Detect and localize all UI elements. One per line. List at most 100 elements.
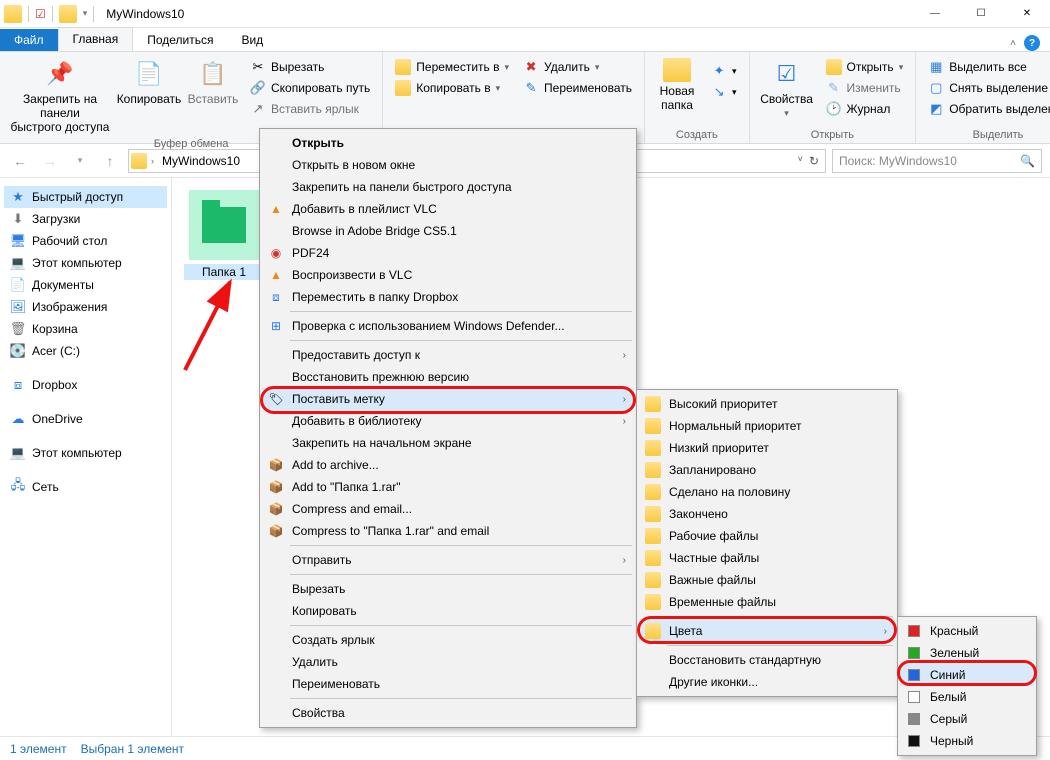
ctx-cut[interactable]: Вырезать bbox=[262, 578, 634, 600]
open-button[interactable]: Открыть bbox=[822, 58, 908, 76]
forward-button[interactable]: → bbox=[38, 149, 62, 173]
ctx-rename[interactable]: Переименовать bbox=[262, 673, 634, 695]
tab-home[interactable]: Главная bbox=[58, 27, 134, 51]
rename-icon: ✎ bbox=[523, 80, 539, 96]
help-icon[interactable]: ? bbox=[1024, 35, 1040, 51]
sidebar-item-onedrive[interactable]: ☁OneDrive bbox=[4, 408, 167, 430]
close-button[interactable]: ✕ bbox=[1004, 0, 1050, 28]
tab-view[interactable]: Вид bbox=[227, 29, 277, 51]
sidebar-item-pictures[interactable]: 🖼Изображения bbox=[4, 296, 167, 318]
chevron-right-icon: › bbox=[623, 416, 626, 427]
minimize-button[interactable]: — bbox=[912, 0, 958, 28]
ctx-add-library[interactable]: Добавить в библиотеку› bbox=[262, 410, 634, 432]
sidebar-item-recycle[interactable]: 🗑Корзина bbox=[4, 318, 167, 340]
easy-access-button[interactable]: ↘▾ bbox=[707, 83, 741, 101]
ctx-restore-default[interactable]: Восстановить стандартную bbox=[639, 649, 895, 671]
ctx-restore-version[interactable]: Восстановить прежнюю версию bbox=[262, 366, 634, 388]
ctx-temp-files[interactable]: Временные файлы bbox=[639, 591, 895, 613]
ctx-work-files[interactable]: Рабочие файлы bbox=[639, 525, 895, 547]
move-to-button[interactable]: Переместить в bbox=[391, 58, 513, 76]
sidebar-item-documents[interactable]: 📄Документы bbox=[4, 274, 167, 296]
ctx-vlc-add[interactable]: ▲Добавить в плейлист VLC bbox=[262, 198, 634, 220]
qat-checkbox-icon[interactable]: ☑ bbox=[35, 7, 46, 21]
copy-to-button[interactable]: Копировать в bbox=[391, 79, 513, 97]
folder-item[interactable]: Папка 1 bbox=[184, 190, 264, 280]
select-none-button[interactable]: ▢Снять выделение bbox=[924, 79, 1050, 97]
tab-share[interactable]: Поделиться bbox=[133, 29, 227, 51]
up-button[interactable]: ↑ bbox=[98, 149, 122, 173]
ctx-dropbox-move[interactable]: ⧈Переместить в папку Dropbox bbox=[262, 286, 634, 308]
properties-button[interactable]: ☑ Свойства ▾ bbox=[758, 56, 816, 121]
ctx-priority-high[interactable]: Высокий приоритет bbox=[639, 393, 895, 415]
ctx-compress-rar-email[interactable]: 📦Compress to "Папка 1.rar" and email bbox=[262, 520, 634, 542]
ctx-pin-quickaccess[interactable]: Закрепить на панели быстрого доступа bbox=[262, 176, 634, 198]
rename-button[interactable]: ✎Переименовать bbox=[519, 79, 636, 97]
ctx-open[interactable]: Открыть bbox=[262, 132, 634, 154]
tab-file[interactable]: Файл bbox=[0, 29, 58, 51]
ctx-pdf24[interactable]: ◉PDF24 bbox=[262, 242, 634, 264]
ribbon-tabs: Файл Главная Поделиться Вид ˄ ? bbox=[0, 28, 1050, 52]
folder-icon bbox=[645, 418, 661, 434]
ctx-done[interactable]: Закончено bbox=[639, 503, 895, 525]
sidebar-item-acer[interactable]: 💽Acer (C:) bbox=[4, 340, 167, 362]
ctx-give-access[interactable]: Предоставить доступ к› bbox=[262, 344, 634, 366]
ctx-add-rar[interactable]: 📦Add to "Папка 1.rar" bbox=[262, 476, 634, 498]
sidebar-item-thispc[interactable]: 💻Этот компьютер bbox=[4, 442, 167, 464]
paste-button[interactable]: 📋 Вставить bbox=[186, 56, 240, 136]
recent-dropdown[interactable]: ▾ bbox=[68, 149, 92, 173]
ctx-planned[interactable]: Запланировано bbox=[639, 459, 895, 481]
ctx-vlc-play[interactable]: ▲Воспроизвести в VLC bbox=[262, 264, 634, 286]
breadcrumb[interactable]: MyWindows10 bbox=[158, 154, 244, 168]
ctx-pin-start[interactable]: Закрепить на начальном экране bbox=[262, 432, 634, 454]
ctx-bridge[interactable]: Browse in Adobe Bridge CS5.1 bbox=[262, 220, 634, 242]
ctx-priority-normal[interactable]: Нормальный приоритет bbox=[639, 415, 895, 437]
history-button[interactable]: 🕑Журнал bbox=[822, 100, 908, 118]
invert-selection-button[interactable]: ◩Обратить выделение bbox=[924, 100, 1050, 118]
cut-button[interactable]: ✂Вырезать bbox=[246, 58, 374, 76]
ctx-delete[interactable]: Удалить bbox=[262, 651, 634, 673]
maximize-button[interactable]: ☐ bbox=[958, 0, 1004, 28]
sidebar-item-downloads[interactable]: ⬇Загрузки bbox=[4, 208, 167, 230]
search-input[interactable]: Поиск: MyWindows10 🔍 bbox=[832, 149, 1042, 173]
ctx-priority-low[interactable]: Низкий приоритет bbox=[639, 437, 895, 459]
copy-path-button[interactable]: 🔗Скопировать путь bbox=[246, 79, 374, 97]
back-button[interactable]: ← bbox=[8, 149, 32, 173]
pin-quickaccess-button[interactable]: 📌 Закрепить на панели быстрого доступа bbox=[8, 56, 112, 136]
ctx-send-to[interactable]: Отправить› bbox=[262, 549, 634, 571]
new-item-button[interactable]: ✦▾ bbox=[707, 62, 741, 80]
ctx-color-green[interactable]: Зеленый bbox=[900, 642, 1034, 664]
sidebar-item-thispc-short[interactable]: 💻Этот компьютер bbox=[4, 252, 167, 274]
sidebar-item-network[interactable]: 🖧Сеть bbox=[4, 476, 167, 498]
address-dropdown-icon[interactable]: ˅ bbox=[798, 154, 803, 168]
ctx-color-blue[interactable]: Синий bbox=[900, 664, 1034, 686]
ctx-half-done[interactable]: Сделано на половину bbox=[639, 481, 895, 503]
ctx-color-red[interactable]: Красный bbox=[900, 620, 1034, 642]
delete-button[interactable]: ✖Удалить bbox=[519, 58, 636, 76]
ctx-other-icons[interactable]: Другие иконки... bbox=[639, 671, 895, 693]
sidebar-item-desktop[interactable]: 🖥Рабочий стол bbox=[4, 230, 167, 252]
refresh-icon[interactable]: ↻ bbox=[809, 154, 819, 168]
ctx-color-gray[interactable]: Серый bbox=[900, 708, 1034, 730]
ctx-properties[interactable]: Свойства bbox=[262, 702, 634, 724]
ctx-defender[interactable]: ⊞Проверка с использованием Windows Defen… bbox=[262, 315, 634, 337]
edit-button[interactable]: ✎Изменить bbox=[822, 79, 908, 97]
ctx-create-shortcut[interactable]: Создать ярлык bbox=[262, 629, 634, 651]
sidebar-item-dropbox[interactable]: ⧈Dropbox bbox=[4, 374, 167, 396]
ctx-important-files[interactable]: Важные файлы bbox=[639, 569, 895, 591]
ctx-open-new-window[interactable]: Открыть в новом окне bbox=[262, 154, 634, 176]
sidebar-item-quick-access[interactable]: ★Быстрый доступ bbox=[4, 186, 167, 208]
ctx-add-archive[interactable]: 📦Add to archive... bbox=[262, 454, 634, 476]
ctx-color-black[interactable]: Черный bbox=[900, 730, 1034, 752]
select-all-button[interactable]: ▦Выделить все bbox=[924, 58, 1050, 76]
ctx-colors[interactable]: Цвета› bbox=[639, 620, 895, 642]
ctx-set-tag[interactable]: 🏷Поставить метку› bbox=[262, 388, 634, 410]
ctx-private-files[interactable]: Частные файлы bbox=[639, 547, 895, 569]
ctx-color-white[interactable]: Белый bbox=[900, 686, 1034, 708]
ctx-copy[interactable]: Копировать bbox=[262, 600, 634, 622]
new-folder-button[interactable]: Новая папка bbox=[653, 56, 701, 114]
ctx-compress-email[interactable]: 📦Compress and email... bbox=[262, 498, 634, 520]
ribbon-collapse-icon[interactable]: ˄ bbox=[1010, 38, 1016, 49]
qat-dropdown-icon[interactable]: ▾ bbox=[83, 8, 88, 19]
copy-button[interactable]: 📄 Копировать bbox=[118, 56, 180, 136]
paste-shortcut-button[interactable]: ↗Вставить ярлык bbox=[246, 100, 374, 118]
